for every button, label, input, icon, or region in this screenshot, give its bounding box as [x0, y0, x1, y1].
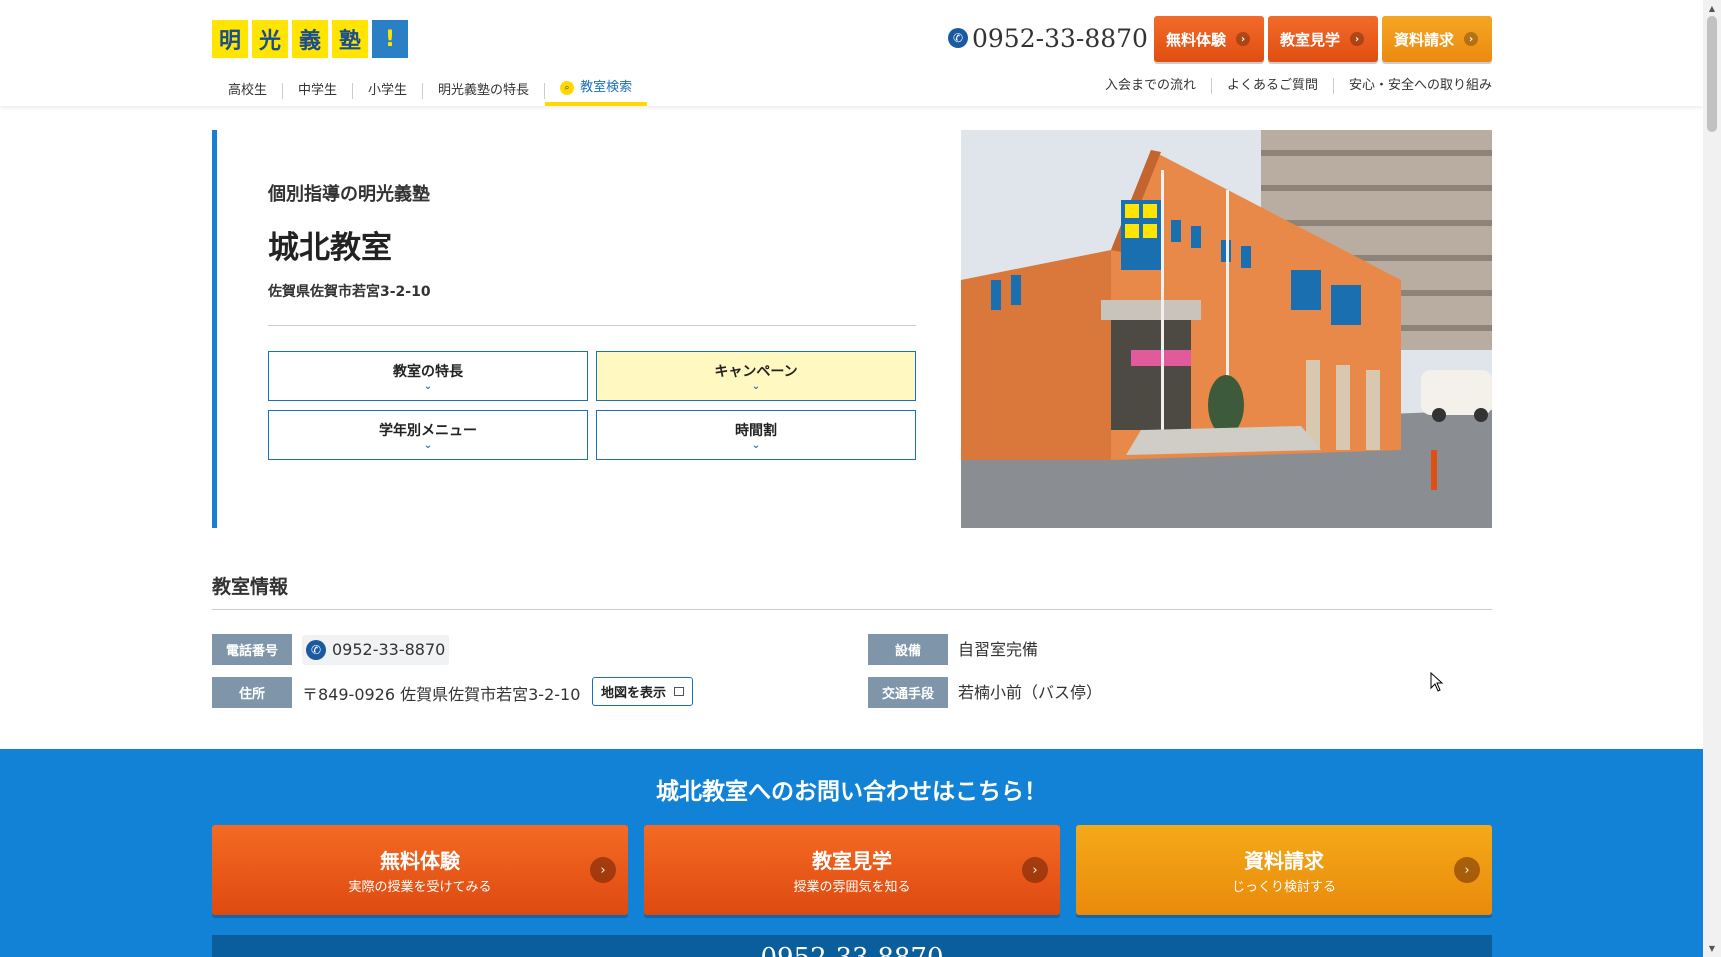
nav-item-faq[interactable]: よくあるご質問: [1212, 78, 1334, 94]
mouse-cursor-icon: [1430, 672, 1444, 692]
chevron-right-icon: ›: [1454, 857, 1480, 883]
page-scrollbar[interactable]: ▲ ▼: [1703, 0, 1721, 957]
contact-phone-bar[interactable]: 0952-33-8870: [212, 935, 1492, 957]
address-label: 住所: [212, 677, 292, 708]
nav-item-enrollment-flow[interactable]: 入会までの流れ: [1090, 78, 1212, 94]
grade-menu-anchor-label: 学年別メニュー: [379, 423, 477, 439]
nav-item-classroom-search[interactable]: ⌕ 教室検索: [545, 76, 648, 106]
hero-subtitle: 個別指導の明光義塾: [268, 184, 430, 205]
logo-char: !: [372, 20, 408, 58]
contact-brochure-button[interactable]: 資料請求 じっくり検討する ›: [1076, 825, 1492, 915]
chevron-right-icon: ›: [590, 857, 616, 883]
address-value: 〒849-0926 佐賀県佐賀市若宮3-2-10: [302, 684, 581, 704]
header-brochure-button[interactable]: 資料請求 ›: [1382, 16, 1492, 62]
chevron-down-icon: ⌄: [751, 440, 761, 451]
facility-label: 設備: [868, 634, 948, 665]
classroom-photo: [961, 130, 1492, 528]
nav-item-features[interactable]: 明光義塾の特長: [423, 83, 546, 99]
site-header: 明 光 義 塾 ! ✆ 0952-33-8870 無料体験 › 教室見学 › 資…: [0, 0, 1703, 106]
chevron-right-icon: ›: [1236, 32, 1251, 46]
phone-icon: ✆: [306, 639, 326, 660]
contact-title: 城北教室へのお問い合わせはこちら！: [656, 779, 1047, 805]
features-anchor-label: 教室の特長: [393, 364, 463, 380]
page-title: 城北教室: [268, 230, 392, 266]
header-trial-label: 無料体験: [1166, 30, 1227, 49]
external-link-icon: [674, 687, 685, 696]
nav-item-classroom-search-label: 教室検索: [580, 80, 633, 95]
scrollbar-thumb[interactable]: [1707, 16, 1717, 132]
contact-trial-sub: 実際の授業を受けてみる: [348, 880, 492, 895]
nav-item-high-school[interactable]: 高校生: [212, 83, 284, 99]
divider: [212, 609, 1492, 610]
header-phone-number: 0952-33-8870: [972, 23, 1148, 53]
header-visit-label: 教室見学: [1280, 30, 1341, 49]
main-nav: 高校生 中学生 小学生 明光義塾の特長 ⌕ 教室検索: [212, 76, 648, 106]
hero-address: 佐賀県佐賀市若宮3-2-10: [268, 284, 431, 300]
timetable-anchor-label: 時間割: [735, 423, 777, 439]
contact-brochure-title: 資料請求: [1244, 849, 1324, 873]
tel-label: 電話番号: [212, 634, 292, 665]
header-brochure-label: 資料請求: [1394, 30, 1455, 49]
grade-menu-anchor-button[interactable]: 学年別メニュー ⌄: [268, 410, 588, 460]
show-map-button[interactable]: 地図を表示: [592, 677, 694, 706]
nav-item-elementary[interactable]: 小学生: [353, 83, 424, 99]
nav-item-safety[interactable]: 安心・安全への取り組み: [1334, 78, 1492, 94]
campaign-anchor-button[interactable]: キャンペーン ⌄: [596, 351, 916, 401]
tel-link[interactable]: ✆ 0952-33-8870: [302, 634, 450, 665]
contact-brochure-sub: じっくり検討する: [1231, 880, 1336, 895]
timetable-anchor-button[interactable]: 時間割 ⌄: [596, 410, 916, 460]
tel-number: 0952-33-8870: [332, 640, 446, 659]
show-map-label: 地図を表示: [601, 686, 667, 701]
site-logo[interactable]: 明 光 義 塾 !: [212, 20, 408, 58]
contact-phone-number: 0952-33-8870: [212, 943, 1492, 957]
contact-visit-sub: 授業の雰囲気を知る: [793, 880, 911, 895]
logo-char: 義: [292, 20, 328, 58]
chevron-right-icon: ›: [1464, 32, 1479, 46]
logo-char: 塾: [332, 20, 368, 58]
contact-visit-title: 教室見学: [812, 849, 892, 873]
chevron-down-icon: ⌄: [751, 381, 761, 392]
search-icon: ⌕: [560, 81, 575, 95]
utility-nav: 入会までの流れ よくあるご質問 安心・安全への取り組み: [1090, 78, 1492, 94]
features-anchor-button[interactable]: 教室の特長 ⌄: [268, 351, 588, 401]
scroll-down-icon[interactable]: ▼: [1703, 940, 1721, 957]
chevron-right-icon: ›: [1350, 32, 1365, 46]
logo-char: 光: [252, 20, 288, 58]
header-trial-button[interactable]: 無料体験 ›: [1154, 16, 1264, 62]
nav-item-junior-high[interactable]: 中学生: [283, 83, 354, 99]
transport-label: 交通手段: [868, 677, 948, 708]
header-phone[interactable]: ✆ 0952-33-8870: [948, 22, 1148, 54]
tel-value[interactable]: ✆ 0952-33-8870: [302, 634, 450, 665]
classroom-info-heading: 教室情報: [212, 576, 289, 598]
facility-value: 自習室完備: [958, 639, 1039, 659]
transport-value: 若楠小前（バス停）: [958, 682, 1103, 702]
header-visit-button[interactable]: 教室見学 ›: [1268, 16, 1378, 62]
chevron-down-icon: ⌄: [423, 440, 433, 451]
scroll-up-icon[interactable]: ▲: [1703, 0, 1721, 17]
campaign-anchor-label: キャンペーン: [714, 364, 798, 380]
chevron-down-icon: ⌄: [423, 381, 433, 392]
contact-visit-button[interactable]: 教室見学 授業の雰囲気を知る ›: [644, 825, 1060, 915]
contact-trial-title: 無料体験: [380, 849, 460, 873]
hero-accent-bar: [212, 130, 217, 528]
divider: [268, 325, 916, 326]
header-cta-group: 無料体験 › 教室見学 › 資料請求 ›: [1154, 16, 1492, 62]
contact-trial-button[interactable]: 無料体験 実際の授業を受けてみる ›: [212, 825, 628, 915]
phone-icon: ✆: [948, 28, 968, 48]
logo-char: 明: [212, 20, 248, 58]
chevron-right-icon: ›: [1022, 857, 1048, 883]
